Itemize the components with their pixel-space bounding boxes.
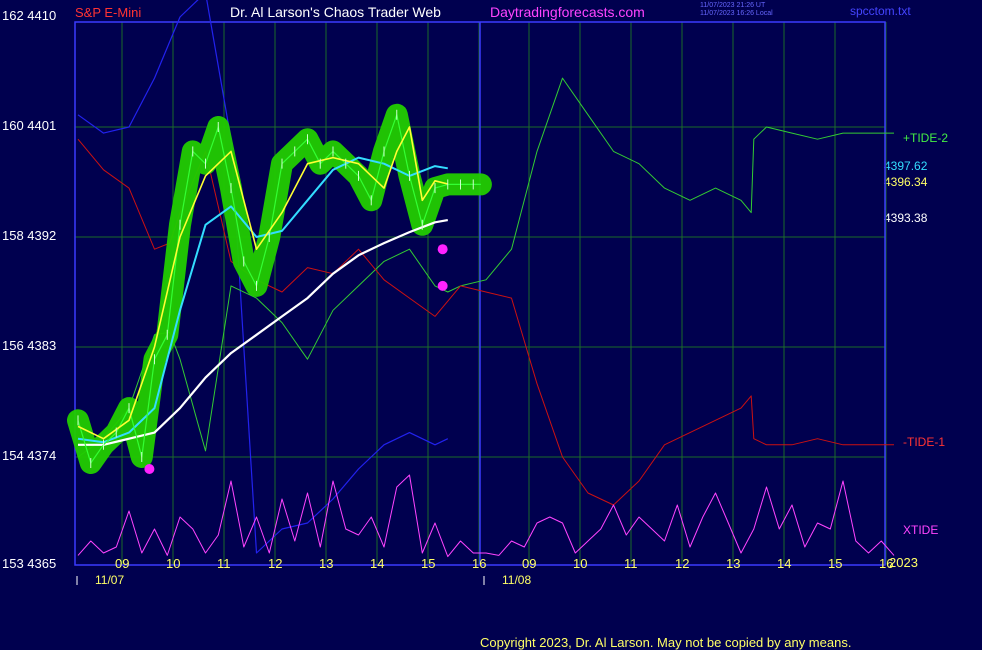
x-tick-label-15: 15	[828, 556, 842, 571]
pivot-dot	[144, 464, 155, 474]
date-label: 11/08	[502, 573, 531, 587]
x-tick-label-10: 10	[573, 556, 587, 571]
x-tick-label-13: 13	[319, 556, 333, 571]
x-tick-label-15: 15	[421, 556, 435, 571]
x-tick-label-14: 14	[777, 556, 791, 571]
x-tick-label-14: 14	[370, 556, 384, 571]
x-tick-label-10: 10	[166, 556, 180, 571]
date-label: 11/07	[95, 573, 124, 587]
chart-canvas: 09 10 11 12 13 14 15 16 09 10 11 12 13 14 15 16 11/07 11/…	[67, 0, 895, 587]
x-tick-label-16: 16	[472, 556, 486, 571]
x-tick-label-12: 12	[675, 556, 689, 571]
x-tick-label-11: 11	[624, 556, 638, 571]
x-tick-label-16: 16	[879, 556, 893, 571]
x-tick-label-09: 09	[115, 556, 129, 571]
x-tick-label-11: 11	[217, 556, 231, 571]
pivot-dot	[437, 244, 448, 255]
x-tick-label-09: 09	[522, 556, 536, 571]
series--tide-2-line	[77, 77, 894, 458]
pivot-dot	[437, 280, 448, 291]
x-tick-label-13: 13	[726, 556, 740, 571]
price-glow-band	[67, 103, 492, 474]
x-tick-label-12: 12	[268, 556, 282, 571]
series-xtide-line	[77, 474, 895, 558]
